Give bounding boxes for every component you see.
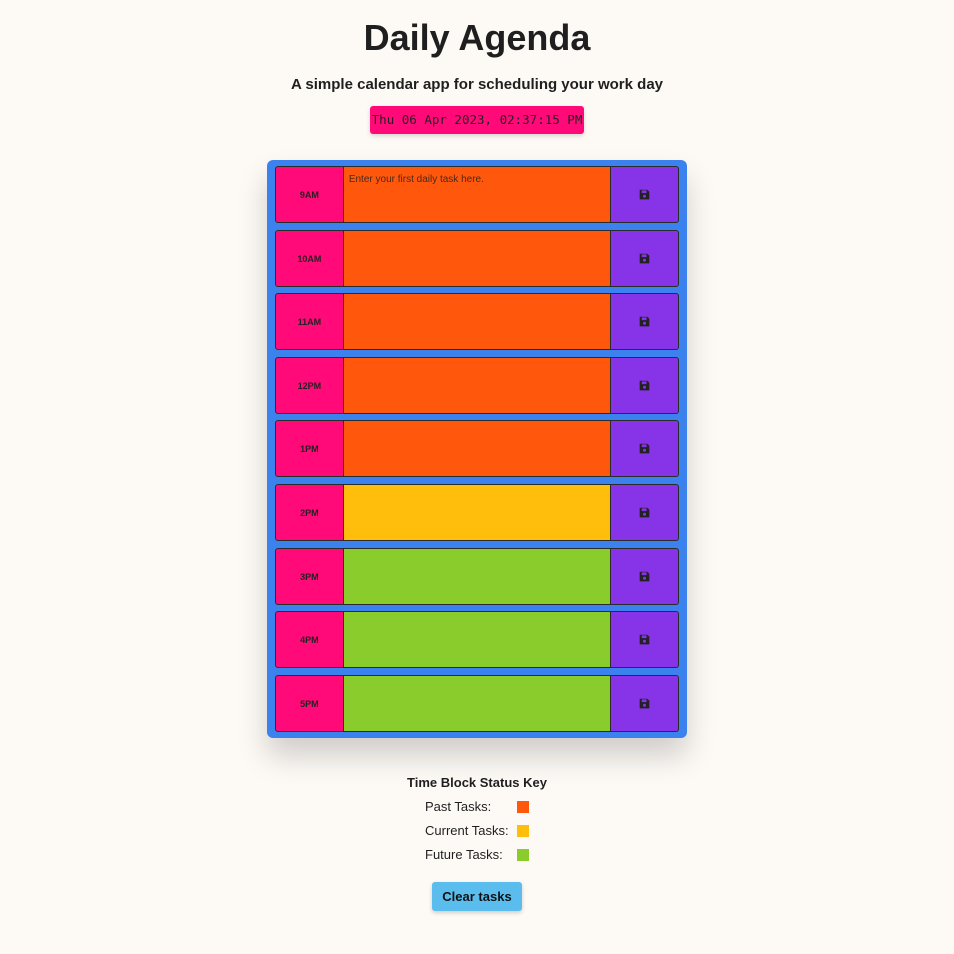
save-button[interactable]	[611, 675, 679, 732]
hour-label: 11AM	[275, 293, 344, 350]
task-input[interactable]	[343, 231, 611, 286]
hour-label: 2PM	[275, 484, 344, 541]
save-button[interactable]	[611, 166, 679, 223]
task-area	[343, 357, 612, 414]
status-key-future-swatch	[517, 849, 529, 861]
task-input[interactable]	[343, 421, 611, 476]
status-key-future-label: Future Tasks:	[425, 847, 503, 862]
task-area	[343, 293, 612, 350]
task-input[interactable]	[343, 485, 611, 540]
status-key-title: Time Block Status Key	[407, 775, 547, 790]
page: Daily Agenda A simple calendar app for s…	[0, 0, 954, 954]
status-key-past-swatch	[517, 801, 529, 813]
hour-label: 9AM	[275, 166, 344, 223]
hour-label: 12PM	[275, 357, 344, 414]
task-input[interactable]	[343, 676, 611, 731]
page-subtitle: A simple calendar app for scheduling you…	[290, 76, 664, 93]
floppy-disk-icon	[639, 316, 650, 327]
time-block-9am: 9AM	[275, 166, 679, 223]
task-input[interactable]	[343, 549, 611, 604]
task-area	[343, 230, 612, 287]
time-block-5pm: 5PM	[275, 675, 679, 732]
time-block-2pm: 2PM	[275, 484, 679, 541]
time-block-1pm: 1PM	[275, 420, 679, 477]
status-key-current-label: Current Tasks:	[425, 823, 509, 838]
task-area	[343, 484, 612, 541]
floppy-disk-icon	[639, 634, 650, 645]
current-datetime: Thu 06 Apr 2023, 02:37:15 PM	[370, 106, 584, 134]
save-button[interactable]	[611, 548, 679, 605]
status-key-past-label: Past Tasks:	[425, 799, 492, 814]
save-button[interactable]	[611, 420, 679, 477]
save-button[interactable]	[611, 484, 679, 541]
floppy-disk-icon	[639, 380, 650, 391]
time-block-12pm: 12PM	[275, 357, 679, 414]
status-key-current-swatch	[517, 825, 529, 837]
hour-label: 4PM	[275, 611, 344, 668]
clear-tasks-button[interactable]: Clear tasks	[432, 882, 522, 911]
task-input[interactable]	[343, 358, 611, 413]
hour-label: 3PM	[275, 548, 344, 605]
hour-label: 5PM	[275, 675, 344, 732]
floppy-disk-icon	[639, 571, 650, 582]
task-input[interactable]	[343, 294, 611, 349]
save-button[interactable]	[611, 230, 679, 287]
task-area	[343, 675, 612, 732]
task-input[interactable]	[343, 167, 611, 222]
planner-container: 9AM 10AM 11AM	[267, 160, 687, 738]
time-block-4pm: 4PM	[275, 611, 679, 668]
floppy-disk-icon	[639, 698, 650, 709]
time-block-3pm: 3PM	[275, 548, 679, 605]
time-block-10am: 10AM	[275, 230, 679, 287]
floppy-disk-icon	[639, 443, 650, 454]
save-button[interactable]	[611, 611, 679, 668]
floppy-disk-icon	[639, 507, 650, 518]
hour-label: 1PM	[275, 420, 344, 477]
time-block-11am: 11AM	[275, 293, 679, 350]
save-button[interactable]	[611, 357, 679, 414]
task-area	[343, 420, 612, 477]
page-title: Daily Agenda	[363, 17, 591, 58]
floppy-disk-icon	[639, 253, 650, 264]
floppy-disk-icon	[639, 189, 650, 200]
save-button[interactable]	[611, 293, 679, 350]
hour-label: 10AM	[275, 230, 344, 287]
task-area	[343, 166, 612, 223]
task-area	[343, 548, 612, 605]
task-input[interactable]	[343, 612, 611, 667]
task-area	[343, 611, 612, 668]
